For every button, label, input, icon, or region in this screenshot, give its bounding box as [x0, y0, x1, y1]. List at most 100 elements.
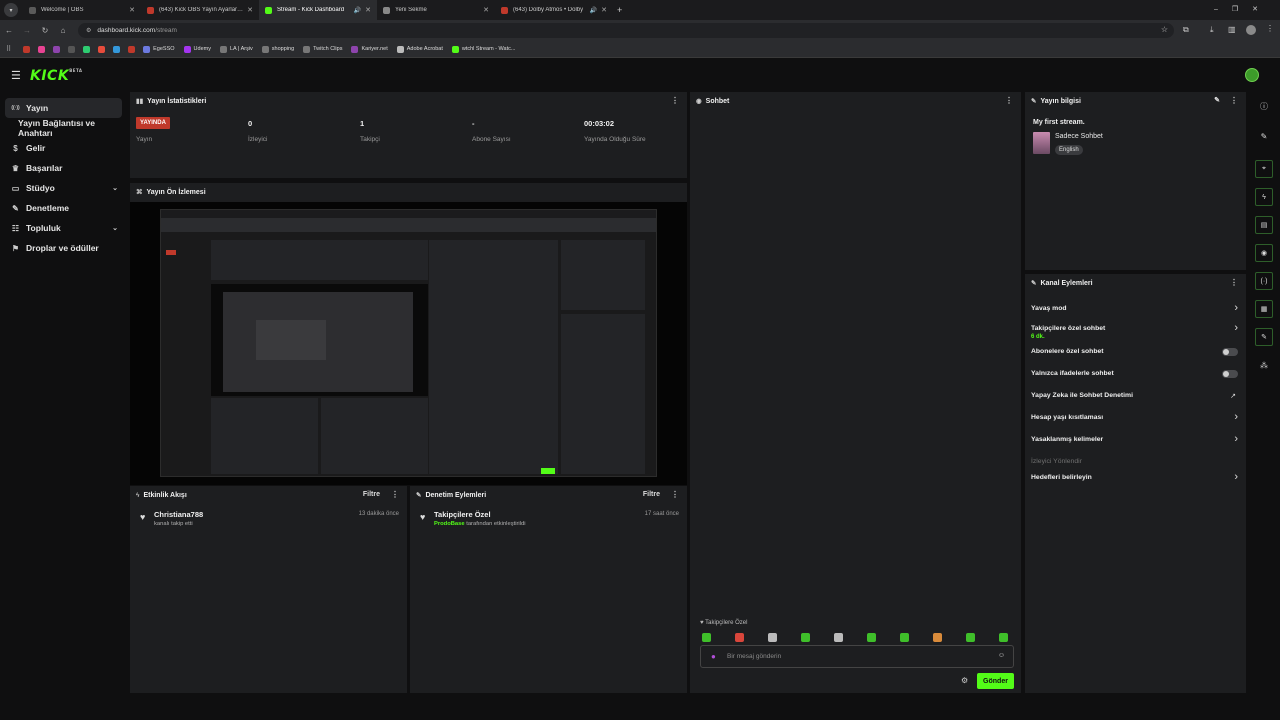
more-icon[interactable]: ⋮ — [1005, 96, 1013, 105]
external-link-icon[interactable]: ↗ — [1230, 392, 1236, 400]
emote-icon[interactable] — [735, 633, 744, 642]
close-icon[interactable]: ✕ — [483, 6, 489, 14]
emote-icon[interactable] — [834, 633, 843, 642]
emote-icon[interactable] — [999, 633, 1008, 642]
bookmark-item[interactable] — [128, 45, 138, 53]
sidepanel-icon[interactable]: ▥ — [1228, 25, 1236, 34]
emote-icon[interactable] — [768, 633, 777, 642]
more-icon[interactable]: ⋮ — [671, 96, 679, 105]
chevron-right-icon[interactable]: › — [1234, 433, 1238, 445]
channel-action-row[interactable]: Takipçilere özel sohbet 6 dk. › — [1031, 321, 1240, 340]
speaker-icon[interactable]: 🔊 — [354, 7, 361, 14]
close-icon[interactable]: ✕ — [365, 6, 371, 14]
more-icon[interactable]: ⋮ — [1230, 278, 1238, 287]
channel-action-row[interactable]: Hedefleri belirleyin › — [1031, 470, 1240, 488]
browser-tab[interactable]: (643) Dolby Atmos • Dolby 🔊 ✕ — [495, 0, 613, 20]
sidebar-item[interactable]: ☷ Topluluk ⌄ — [0, 218, 128, 238]
toggle-switch[interactable] — [1222, 348, 1238, 356]
user-avatar[interactable] — [1245, 68, 1259, 82]
emote-icon[interactable] — [900, 633, 909, 642]
broadcast-icon[interactable]: (·) — [1255, 272, 1273, 290]
raid-icon[interactable]: ⌖ — [1255, 160, 1273, 178]
bookmark-item[interactable]: Twitch Clips — [303, 45, 342, 53]
bookmark-item[interactable]: Adobe Acrobat — [396, 45, 443, 53]
browser-tab[interactable]: Yeni Sekme ✕ — [377, 0, 495, 20]
user-name[interactable]: Christiana788 — [154, 510, 203, 519]
toggle-switch[interactable] — [1222, 370, 1238, 378]
more-icon[interactable]: ⋮ — [671, 490, 679, 499]
channel-action-row[interactable]: Yasaklanmış kelimeler › — [1031, 432, 1240, 450]
sidebar-item[interactable]: ▭ Stüdyo ⌄ — [0, 178, 128, 198]
home-icon[interactable]: ⌂ — [54, 26, 72, 35]
close-icon[interactable]: ✕ — [601, 6, 607, 14]
kick-logo[interactable]: KICKBETA — [30, 68, 82, 84]
more-icon[interactable]: ⋮ — [391, 490, 399, 499]
channel-action-row[interactable]: Yalnızca ifadelerle sohbet — [1031, 366, 1240, 384]
send-button[interactable]: Gönder — [977, 673, 1014, 689]
bookmark-item[interactable] — [23, 45, 33, 53]
apps-grid-icon[interactable]: ⠿ — [6, 45, 11, 53]
edit-icon[interactable]: ✎ — [1214, 96, 1220, 104]
actor-name[interactable]: ProdoBase — [434, 521, 465, 527]
tab-list-button[interactable]: ▾ — [4, 3, 18, 17]
filter-button[interactable]: Filtre — [643, 491, 660, 498]
bookmark-item[interactable]: shopping — [261, 45, 294, 53]
info-icon[interactable]: ⓘ — [1255, 97, 1273, 115]
more-icon[interactable]: ⋮ — [1230, 96, 1238, 105]
chat-settings-icon[interactable]: ⚙ — [961, 676, 968, 685]
channel-action-row[interactable]: Abonelere özel sohbet — [1031, 344, 1240, 362]
bookmark-item[interactable]: LA | Arşiv — [219, 45, 253, 53]
bookmark-item[interactable]: Kariyer.net — [351, 45, 388, 53]
menu-icon[interactable]: ☰ — [11, 69, 21, 82]
extensions-icon[interactable]: ⧉ — [1183, 25, 1189, 35]
emote-icon[interactable] — [966, 633, 975, 642]
emote-icon[interactable] — [867, 633, 876, 642]
note-icon[interactable]: ▤ — [1255, 216, 1273, 234]
sidebar-item[interactable]: $ Gelir — [0, 138, 128, 158]
bookmark-item[interactable] — [113, 45, 123, 53]
emoji-icon[interactable]: ☺ — [998, 652, 1005, 659]
filter-button[interactable]: Filtre — [363, 491, 380, 498]
bookmark-item[interactable] — [98, 45, 108, 53]
bookmark-star-icon[interactable]: ☆ — [1161, 25, 1168, 34]
chevron-right-icon[interactable]: › — [1234, 411, 1238, 423]
emote-icon[interactable] — [702, 633, 711, 642]
new-tab-button[interactable]: + — [617, 5, 622, 15]
close-icon[interactable]: ✕ — [247, 6, 253, 14]
bolt-icon[interactable]: ϟ — [1255, 188, 1273, 206]
sidebar-item[interactable]: Yayın Bağlantısı ve Anahtarı — [0, 118, 128, 138]
channel-action-row[interactable]: Yavaş mod › — [1031, 301, 1240, 319]
share-icon[interactable]: ⁂ — [1255, 356, 1273, 374]
sidebar-item[interactable]: ((·)) Yayın — [5, 98, 122, 118]
profile-avatar[interactable] — [1246, 25, 1256, 35]
bookmark-item[interactable] — [53, 45, 63, 53]
bookmark-item[interactable] — [83, 45, 93, 53]
emote-icon[interactable] — [801, 633, 810, 642]
browser-menu-icon[interactable]: ⋮ — [1266, 24, 1274, 33]
wrench-icon[interactable]: ✎ — [1255, 328, 1273, 346]
bookmark-item[interactable] — [68, 45, 78, 53]
bookmark-item[interactable]: wtchl Stream - Watc... — [451, 45, 515, 53]
download-icon[interactable]: ⤓ — [1210, 25, 1214, 35]
browser-tab[interactable]: Stream - Kick Dashboard 🔊 ✕ — [259, 0, 377, 20]
reload-icon[interactable]: ↻ — [36, 26, 54, 35]
sidebar-item[interactable]: ✎ Denetleme — [0, 198, 128, 218]
chat-input[interactable]: ● Bir mesaj gönderin ☺ — [700, 645, 1014, 668]
sidebar-item[interactable]: ⚑ Droplar ve ödüller — [0, 238, 128, 258]
channel-action-row[interactable]: Yapay Zeka ile Sohbet Denetimi ↗ — [1031, 388, 1240, 406]
browser-tab[interactable]: Welcome | OBS ✕ — [23, 0, 141, 20]
back-icon[interactable]: ← — [0, 26, 18, 35]
chat-icon[interactable]: ◉ — [1255, 244, 1273, 262]
site-info-icon[interactable]: ⚙ — [86, 27, 91, 34]
close-icon[interactable]: ✕ — [129, 6, 135, 14]
forward-icon[interactable]: → — [18, 26, 36, 35]
calendar-icon[interactable]: ▦ — [1255, 300, 1273, 318]
bookmark-item[interactable]: EgeSSO — [143, 45, 175, 53]
edit-icon[interactable]: ✎ — [1255, 127, 1273, 145]
bookmark-item[interactable]: Udemy — [183, 45, 211, 53]
emote-icon[interactable] — [933, 633, 942, 642]
browser-tab[interactable]: (643) Kick OBS Yayın Ayarları Nasıl ✕ — [141, 0, 259, 20]
bookmark-item[interactable] — [38, 45, 48, 53]
url-field[interactable]: ⚙ dashboard.kick.com/stream ☆ — [78, 23, 1174, 38]
preview-video[interactable] — [130, 202, 687, 485]
